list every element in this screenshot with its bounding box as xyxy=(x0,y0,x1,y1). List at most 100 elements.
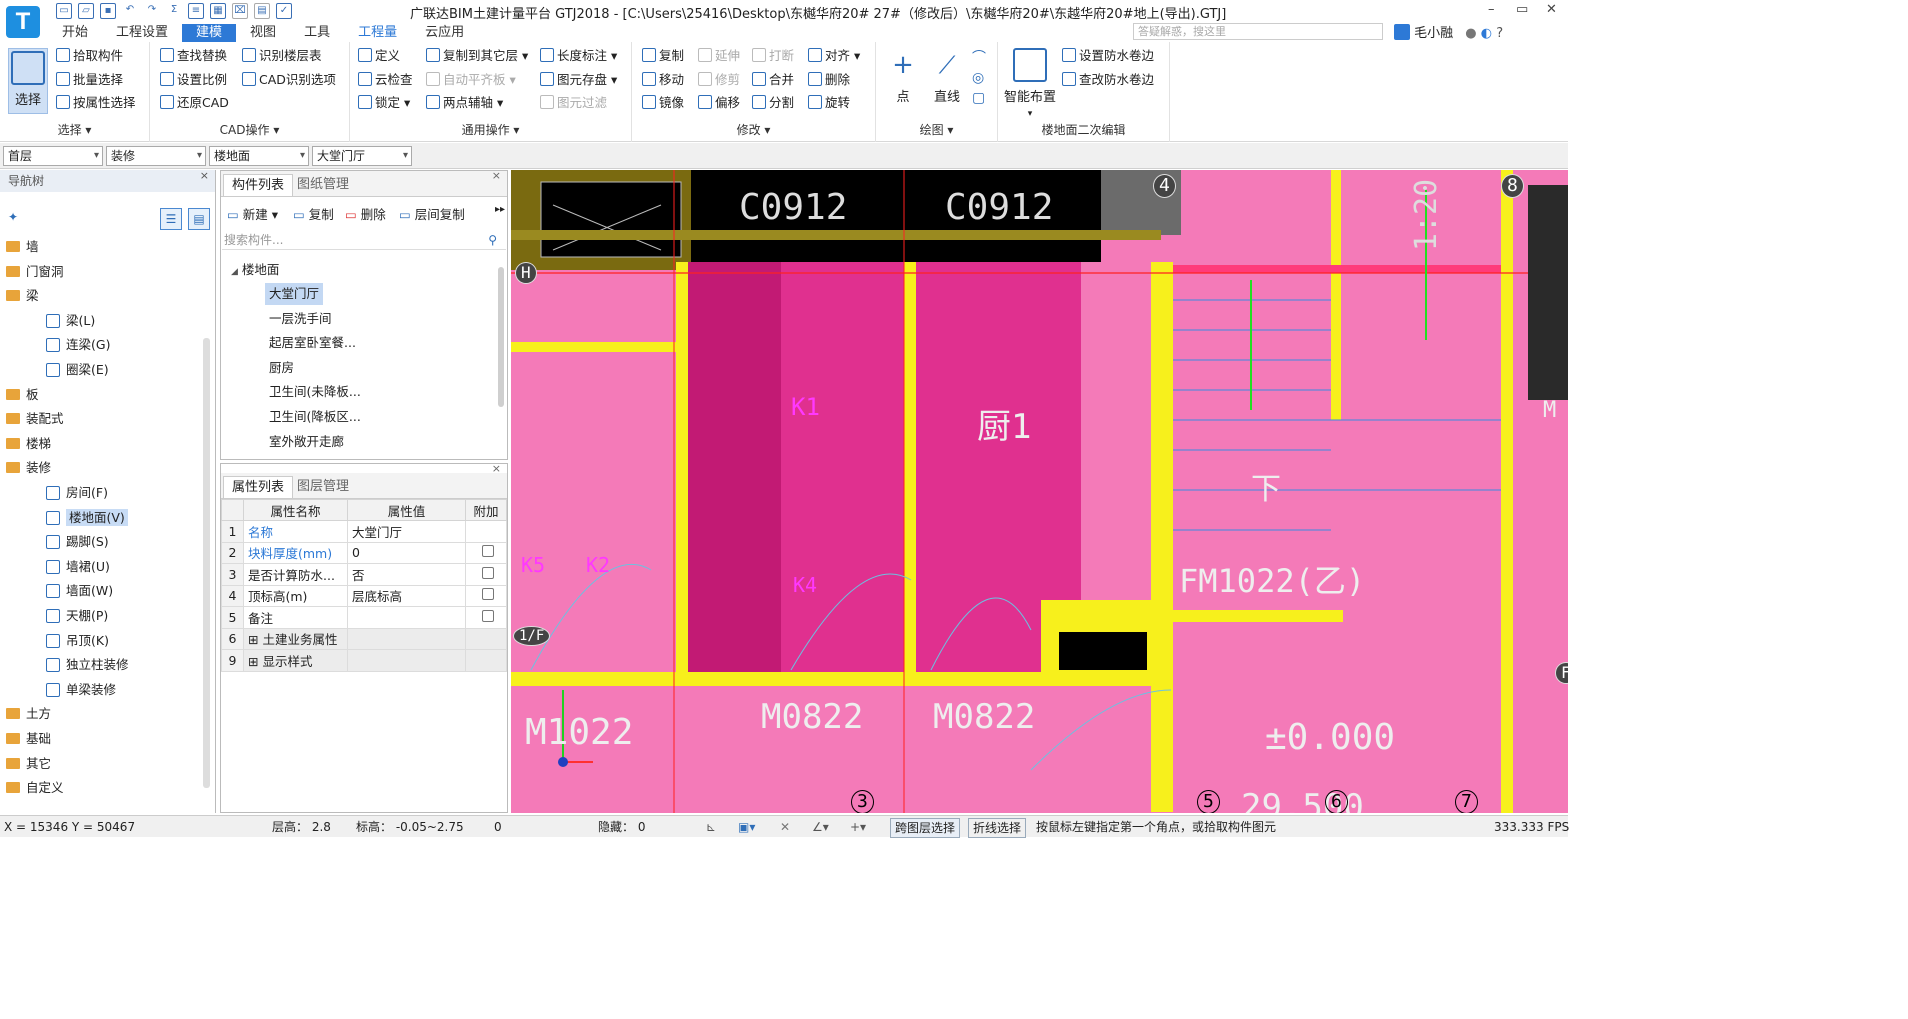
property-value[interactable] xyxy=(347,606,466,629)
nav-scrollbar[interactable] xyxy=(203,338,210,788)
arc-tools[interactable]: ⌒ ◎ ▢ xyxy=(972,48,988,110)
property-extra[interactable] xyxy=(465,606,507,629)
copy-to-other-floor-button[interactable]: 复制到其它层 ▾ xyxy=(426,46,528,66)
modify-group-label[interactable]: 修改 ▾ xyxy=(632,121,875,138)
search-icon[interactable]: ⚲ xyxy=(488,233,497,247)
align-button[interactable]: 对齐 ▾ xyxy=(808,46,860,66)
property-value[interactable] xyxy=(347,627,466,650)
grid-icon[interactable]: ✕ xyxy=(780,816,790,838)
chart-icon[interactable]: ▦ xyxy=(210,3,226,19)
nav-close-icon[interactable]: × xyxy=(200,165,209,187)
copy-between-floors-button[interactable]: ▭ 层间复制 xyxy=(399,204,465,223)
help-icon[interactable]: ? xyxy=(1496,26,1503,41)
property-row[interactable]: 6 ⊞ 土建业务属性 xyxy=(221,627,507,650)
floor-select[interactable]: 首层 xyxy=(3,146,103,166)
component-list-item[interactable]: 大堂门厅 xyxy=(265,283,324,305)
component-list-item[interactable]: 卫生间(未降板... xyxy=(265,381,365,403)
nav-leaf-item[interactable]: 圈梁(E) xyxy=(46,359,109,381)
user-name[interactable]: 毛小融 xyxy=(1414,26,1453,41)
auto-align-slab-button[interactable]: 自动平齐板 ▾ xyxy=(426,70,516,90)
property-extra[interactable] xyxy=(465,584,507,607)
set-waterproof-edge-button[interactable]: 设置防水卷边 xyxy=(1062,46,1154,66)
pin-icon[interactable]: ✦ xyxy=(8,210,18,224)
tab-drawing-management[interactable]: 图纸管理 xyxy=(289,174,357,196)
redo-icon[interactable]: ↷ xyxy=(144,3,160,19)
polyline-select-toggle[interactable]: 折线选择 xyxy=(968,818,1027,838)
cross-layer-select-toggle[interactable]: 跨图层选择 xyxy=(890,818,961,838)
nav-leaf-item[interactable]: 踢脚(S) xyxy=(46,531,109,553)
nav-folder[interactable]: 基础 xyxy=(6,728,51,750)
property-row[interactable]: 9 ⊞ 显示样式 xyxy=(221,649,507,672)
property-extra[interactable] xyxy=(465,541,507,564)
minimize-icon[interactable]: – xyxy=(1488,2,1495,17)
tab-tools[interactable]: 工具 xyxy=(290,24,344,42)
find-replace-button[interactable]: 查找替换 xyxy=(160,46,227,66)
component-select[interactable]: 大堂门厅 xyxy=(312,146,412,166)
collapse-icon[interactable]: ◢ xyxy=(231,267,238,277)
tab-quantities[interactable]: 工程量 xyxy=(344,24,411,42)
component-search-input[interactable]: 搜索构件... xyxy=(222,230,506,250)
property-value[interactable] xyxy=(347,649,466,672)
restore-icon[interactable]: ▭ xyxy=(1516,2,1528,17)
tab-cloud[interactable]: 云应用 xyxy=(411,24,478,42)
recognize-floor-table-button[interactable]: 识别楼层表 xyxy=(242,46,322,66)
cad-options-button[interactable]: CAD识别选项 xyxy=(242,70,336,90)
select-button[interactable]: 选择 xyxy=(8,48,48,114)
nav-leaf-item[interactable]: 连梁(G) xyxy=(46,334,110,356)
rotate-button[interactable]: 旋转 xyxy=(808,93,850,113)
length-dimension-button[interactable]: 长度标注 ▾ xyxy=(540,46,617,66)
property-row[interactable]: 4 顶标高(m) 层底标高 xyxy=(221,584,507,607)
nav-folder[interactable]: 梁 xyxy=(6,285,39,307)
property-value[interactable]: 否 xyxy=(347,563,466,586)
move-button[interactable]: 移动 xyxy=(642,70,684,90)
angle-icon[interactable]: ∠▾ xyxy=(812,816,829,838)
app-logo[interactable]: T xyxy=(6,6,40,38)
headset-icon[interactable]: ◐ xyxy=(1481,26,1492,41)
extend-button[interactable]: 延伸 xyxy=(698,46,740,66)
pick-component-button[interactable]: 拾取构件 xyxy=(56,46,123,66)
component-list-item[interactable]: 室外敞开走廊 xyxy=(265,431,348,453)
cloud-check-button[interactable]: 云检查 xyxy=(358,70,413,90)
save-icon[interactable]: ▪ xyxy=(100,3,116,19)
break-button[interactable]: 打断 xyxy=(752,46,794,66)
list-view-icon[interactable]: ☰ xyxy=(160,208,182,230)
component-list-item[interactable]: 厨房 xyxy=(265,357,298,379)
line-button[interactable]: ⟋ 直线 xyxy=(930,48,964,105)
nav-leaf-item[interactable]: 单梁装修 xyxy=(46,679,116,701)
tab-property-list[interactable]: 属性列表 xyxy=(223,476,294,498)
nav-folder[interactable]: 装修 xyxy=(6,457,51,479)
more-tools-icon[interactable]: ▸▸ xyxy=(495,204,505,215)
select-by-property-button[interactable]: 按属性选择 xyxy=(56,93,136,113)
offset-button[interactable]: 偏移 xyxy=(698,93,740,113)
extra-checkbox[interactable] xyxy=(482,588,494,601)
view-toolbar[interactable] xyxy=(1528,185,1568,400)
nav-leaf-item[interactable]: 吊顶(K) xyxy=(46,630,109,652)
tab-view[interactable]: 视图 xyxy=(236,24,290,42)
extra-checkbox[interactable] xyxy=(482,566,494,579)
tab-project-settings[interactable]: 工程设置 xyxy=(102,24,182,42)
merge-button[interactable]: 合并 xyxy=(752,70,794,90)
snap-icon[interactable]: ▣▾ xyxy=(738,816,755,838)
nav-leaf-item[interactable]: 梁(L) xyxy=(46,310,95,332)
batch-select-button[interactable]: 批量选择 xyxy=(56,70,123,90)
mirror-button[interactable]: 镜像 xyxy=(642,93,684,113)
component-list-item[interactable]: 起居室卧室餐... xyxy=(265,332,360,354)
set-scale-button[interactable]: 设置比例 xyxy=(160,70,227,90)
draw-group-label[interactable]: 绘图 ▾ xyxy=(876,121,997,138)
nav-folder[interactable]: 门窗洞 xyxy=(6,261,64,283)
check-icon[interactable]: ✓ xyxy=(276,3,292,19)
property-row[interactable]: 1 名称 大堂门厅 xyxy=(221,520,507,543)
tab-layer-management[interactable]: 图层管理 xyxy=(289,476,357,498)
drawing-canvas[interactable]: C0912 C0912 1:20 厨1 下 FM1022(乙) M1022 M0822 M082… xyxy=(511,170,1568,813)
restore-cad-button[interactable]: 还原CAD xyxy=(160,93,229,113)
nav-folder[interactable]: 楼梯 xyxy=(6,433,51,455)
component-scrollbar[interactable] xyxy=(498,267,504,407)
extra-checkbox[interactable] xyxy=(482,545,494,558)
select-group-label[interactable]: 选择 ▾ xyxy=(0,121,149,138)
nav-folder[interactable]: 装配式 xyxy=(6,408,64,430)
nav-leaf-item[interactable]: 墙面(W) xyxy=(46,580,113,602)
nav-folder[interactable]: 其它 xyxy=(6,753,51,775)
nav-leaf-item[interactable]: 天棚(P) xyxy=(46,605,108,627)
component-panel-close-icon[interactable]: × xyxy=(492,169,501,182)
property-value[interactable]: 层底标高 xyxy=(347,584,466,607)
